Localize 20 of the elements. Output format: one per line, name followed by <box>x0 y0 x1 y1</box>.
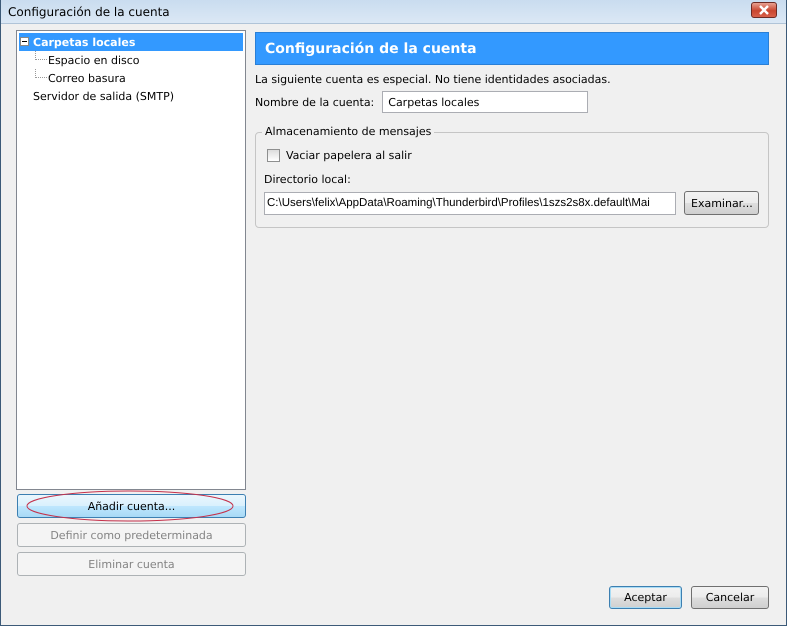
checkbox[interactable] <box>267 149 280 162</box>
account-button[interactable]: Añadir cuenta... <box>17 494 246 518</box>
dialog-button[interactable]: Cancelar <box>691 586 769 609</box>
dialog-button[interactable]: Aceptar <box>609 586 682 609</box>
browse-button[interactable]: Examinar... <box>684 191 759 215</box>
tree-item[interactable]: Espacio en disco <box>19 51 243 69</box>
close-button[interactable] <box>751 2 777 18</box>
panel-header: Configuración de la cuenta <box>255 32 769 65</box>
group-legend: Almacenamiento de mensajes <box>262 125 434 138</box>
collapse-icon[interactable] <box>20 37 29 46</box>
tree-item[interactable]: Correo basura <box>19 69 243 87</box>
input-field[interactable]: Carpetas locales <box>382 91 588 113</box>
field-label: Directorio local: <box>264 173 352 186</box>
close-icon <box>757 4 771 14</box>
info-text: La siguiente cuenta es especial. No tiene identidades asociadas. <box>255 73 612 86</box>
checkbox-label: Vaciar papelera al salir <box>286 149 412 162</box>
input-field[interactable]: C:\Users\felix\AppData\Roaming\Thunderbird\Profiles\1szs2s8x.default\Mai <box>264 192 676 214</box>
field-label: Nombre de la cuenta: <box>255 96 374 108</box>
window-title: Configuración de la cuenta <box>8 4 170 18</box>
tree-item[interactable]: Servidor de salida (SMTP) <box>19 87 243 105</box>
